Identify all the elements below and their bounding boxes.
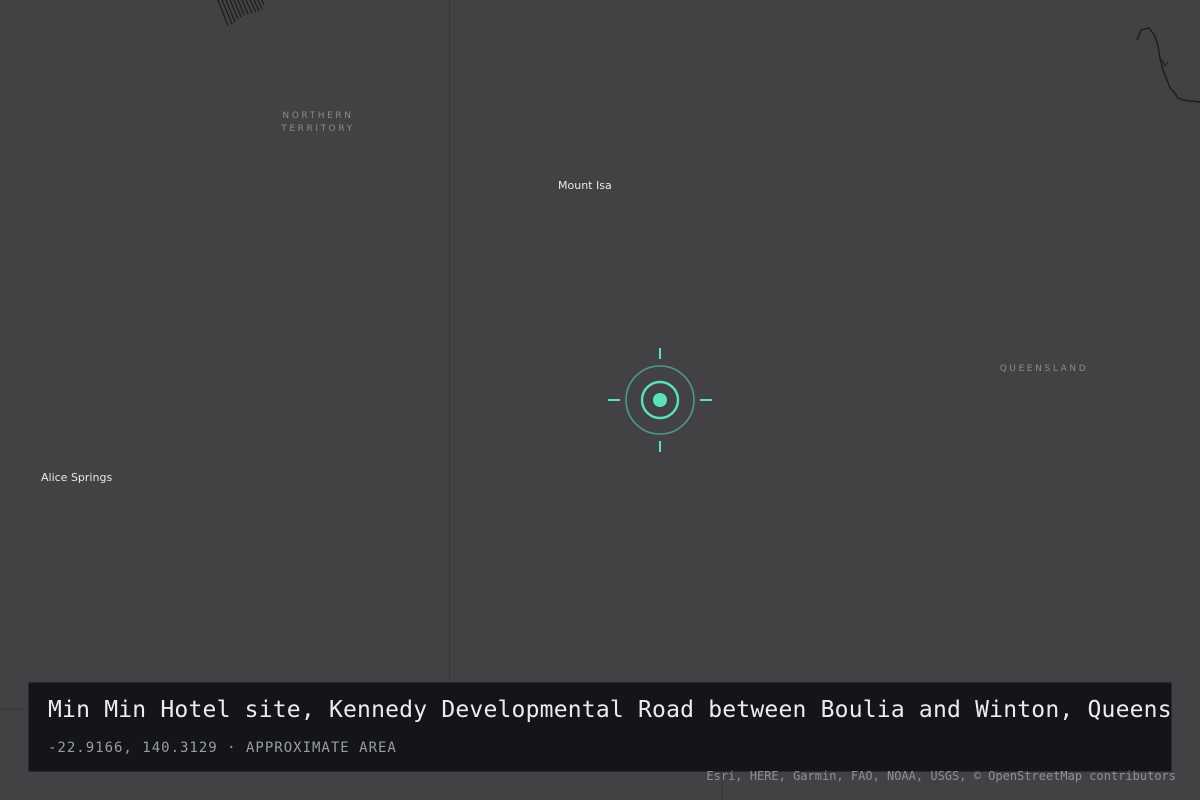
coastline-gulf: [1136, 27, 1200, 103]
map-basemap: [0, 0, 1200, 800]
coordinates-readout: -22.9166, 140.3129 · APPROXIMATE AREA: [48, 740, 397, 756]
region-label-queensland: QUEENSLAND: [999, 364, 1089, 374]
coastline-gulf-inner: [1161, 59, 1169, 67]
location-info-panel: Min Min Hotel site, Kennedy Developmenta…: [28, 682, 1172, 772]
region-label-line: TERRITORY: [281, 124, 355, 134]
map-view[interactable]: NORTHERN TERRITORY QUEENSLAND Mount Isa …: [0, 0, 1200, 800]
city-label-alice-springs[interactable]: Alice Springs: [41, 471, 112, 484]
place-name: Min Min Hotel site, Kennedy Developmenta…: [48, 697, 1172, 723]
city-label-mount-isa[interactable]: Mount Isa: [558, 179, 612, 192]
hatched-area: [217, 0, 265, 27]
map-attribution[interactable]: Esri, HERE, Garmin, FAO, NOAA, USGS, © O…: [706, 769, 1176, 783]
region-label-northern-territory: NORTHERN TERRITORY: [276, 110, 360, 136]
crosshair-target-icon[interactable]: [606, 347, 714, 453]
region-label-line: NORTHERN: [282, 111, 354, 121]
